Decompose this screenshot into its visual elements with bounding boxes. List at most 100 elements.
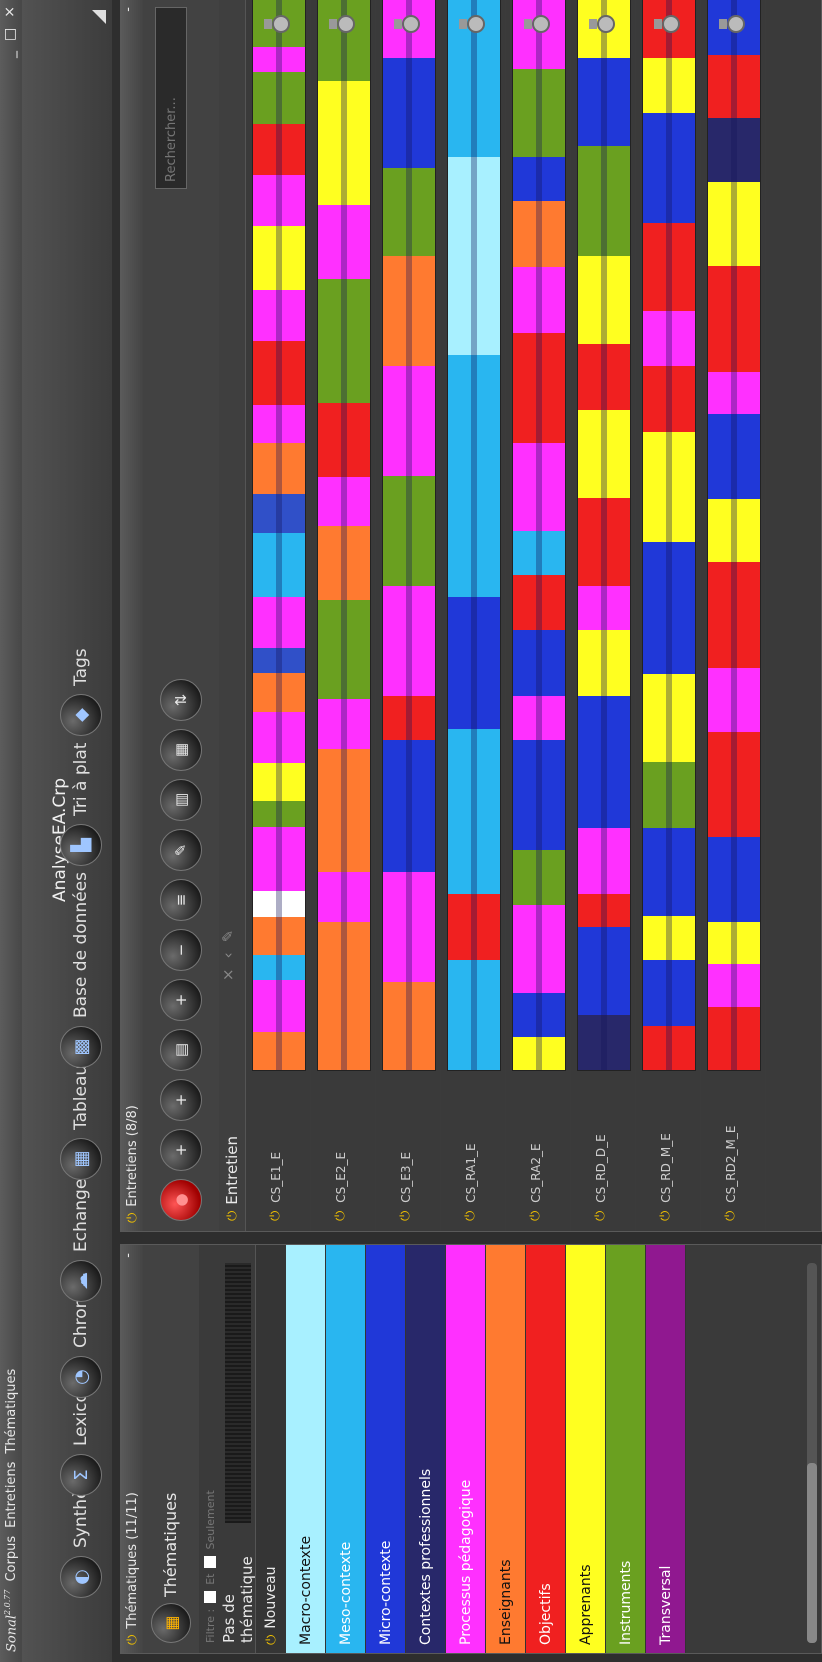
timeline-segment[interactable]: [708, 668, 760, 732]
volume-knob-icon[interactable]: [264, 15, 290, 33]
timeline-segment[interactable]: [448, 157, 500, 355]
theme-item[interactable]: Instruments: [606, 1245, 646, 1653]
interview-timeline[interactable]: [252, 0, 306, 1071]
timeline-segment[interactable]: [513, 201, 565, 267]
timeline-add-icon[interactable]: ▥: [160, 779, 202, 821]
timeline-segment[interactable]: [578, 630, 630, 696]
toolbar-lexico-button[interactable]: Σ Lexico: [60, 1392, 102, 1496]
timeline-segment[interactable]: [318, 204, 370, 279]
timeline-segment[interactable]: [253, 494, 305, 533]
theme-item[interactable]: Objectifs: [526, 1245, 566, 1653]
timeline-segment[interactable]: [318, 872, 370, 922]
no-theme-row[interactable]: Pas de thématique: [220, 1245, 256, 1653]
interview-row[interactable]: ⏻ CS_E3_E: [376, 0, 441, 1231]
timeline-segment[interactable]: [253, 826, 305, 891]
timeline-segment[interactable]: [383, 740, 435, 872]
new-theme-row[interactable]: ⏻ Nouveau: [255, 1245, 286, 1653]
interview-timeline[interactable]: [707, 0, 761, 1071]
timeline-segment[interactable]: [253, 673, 305, 712]
toolbar-flat-sort-button[interactable]: ▙ Tri à plat: [60, 743, 102, 866]
timeline-segment[interactable]: [643, 366, 695, 432]
power-icon[interactable]: ⏻: [125, 1635, 140, 1645]
timeline-segment[interactable]: [383, 982, 435, 1070]
document-icon[interactable]: ▤: [160, 1029, 202, 1071]
timeline-segment[interactable]: [513, 333, 565, 443]
filter-et-checkbox[interactable]: [204, 1590, 216, 1603]
close-icon[interactable]: ×: [219, 968, 237, 981]
timeline-segment[interactable]: [253, 596, 305, 648]
timeline-segment[interactable]: [643, 542, 695, 674]
timeline-segment[interactable]: [253, 954, 305, 981]
bars-icon[interactable]: ▦: [160, 729, 202, 771]
timeline-segment[interactable]: [708, 54, 760, 119]
theme-item[interactable]: Apprenants: [566, 1245, 606, 1653]
timeline-segment[interactable]: [578, 927, 630, 1015]
list-icon[interactable]: ≡: [160, 879, 202, 921]
timeline-segment[interactable]: [578, 696, 630, 828]
theme-item[interactable]: Transversal: [646, 1245, 686, 1653]
volume-knob-icon[interactable]: [589, 15, 615, 33]
edit-icon[interactable]: ✎: [160, 829, 202, 871]
timeline-segment[interactable]: [513, 905, 565, 993]
timeline-segment[interactable]: [643, 223, 695, 311]
add-list-icon[interactable]: +: [160, 1079, 202, 1121]
timeline-segment[interactable]: [513, 850, 565, 905]
timeline-segment[interactable]: [708, 1006, 760, 1070]
timeline-segment[interactable]: [513, 630, 565, 696]
timeline-segment[interactable]: [383, 696, 435, 740]
timeline-segment[interactable]: [708, 498, 760, 563]
timeline-segment[interactable]: [578, 586, 630, 630]
interview-timeline[interactable]: [642, 0, 696, 1071]
timeline-segment[interactable]: [578, 58, 630, 146]
timeline-segment[interactable]: [253, 123, 305, 175]
power-icon[interactable]: ⏻: [463, 1211, 478, 1221]
sort-icon[interactable]: ⇅: [160, 679, 202, 721]
timeline-segment[interactable]: [253, 532, 305, 597]
timeline-segment[interactable]: [513, 69, 565, 157]
timeline-segment[interactable]: [708, 731, 760, 838]
timeline-segment[interactable]: [578, 256, 630, 344]
interview-row[interactable]: ⏻ CS_RD2_M_E: [701, 0, 766, 1231]
filter-seulement-checkbox[interactable]: [204, 1555, 216, 1568]
volume-knob-icon[interactable]: [459, 15, 485, 33]
toolbar-table-button[interactable]: ▦ Tableau: [60, 1065, 102, 1180]
timeline-segment[interactable]: [643, 58, 695, 113]
timeline-segment[interactable]: [253, 763, 305, 802]
theme-item[interactable]: Contextes professionnels: [406, 1245, 446, 1653]
timeline-segment[interactable]: [513, 740, 565, 850]
timeline-segment[interactable]: [448, 894, 500, 960]
zoom-in-icon[interactable]: +: [160, 979, 202, 1021]
volume-knob-icon[interactable]: [329, 15, 355, 33]
timeline-segment[interactable]: [578, 894, 630, 927]
timeline-segment[interactable]: [318, 600, 370, 700]
interview-timeline[interactable]: [447, 0, 501, 1071]
timeline-segment[interactable]: [253, 46, 305, 73]
horizontal-scrollbar[interactable]: [807, 1263, 817, 1643]
timeline-segment[interactable]: [253, 225, 305, 290]
timeline-segment[interactable]: [318, 699, 370, 749]
timeline-segment[interactable]: [643, 828, 695, 916]
interview-timeline[interactable]: [382, 0, 436, 1071]
power-icon[interactable]: ⏻: [268, 1211, 283, 1221]
timeline-segment[interactable]: [708, 414, 760, 499]
timeline-segment[interactable]: [253, 801, 305, 827]
timeline-segment[interactable]: [383, 366, 435, 476]
theme-item[interactable]: Macro-contexte: [286, 1245, 326, 1653]
toolbar-exchanges-button[interactable]: ☁ Echanges: [60, 1170, 102, 1302]
timeline-segment[interactable]: [253, 916, 305, 955]
timeline-segment[interactable]: [318, 81, 370, 205]
timeline-segment[interactable]: [643, 960, 695, 1026]
resize-icon[interactable]: [92, 10, 106, 24]
timeline-segment[interactable]: [318, 921, 370, 1070]
timeline-segment[interactable]: [253, 404, 305, 444]
menu-thematiques[interactable]: Thématiques: [4, 1369, 19, 1454]
timeline-segment[interactable]: [448, 960, 500, 1070]
timeline-segment[interactable]: [318, 748, 370, 873]
timeline-segment[interactable]: [383, 872, 435, 982]
power-icon[interactable]: ⏻: [225, 1211, 240, 1221]
interview-row[interactable]: ⏻ CS_RA1_E: [441, 0, 506, 1231]
power-icon[interactable]: ⏻: [125, 1213, 140, 1223]
timeline-segment[interactable]: [578, 146, 630, 256]
theme-item[interactable]: Meso-contexte: [326, 1245, 366, 1653]
timeline-segment[interactable]: [513, 993, 565, 1037]
